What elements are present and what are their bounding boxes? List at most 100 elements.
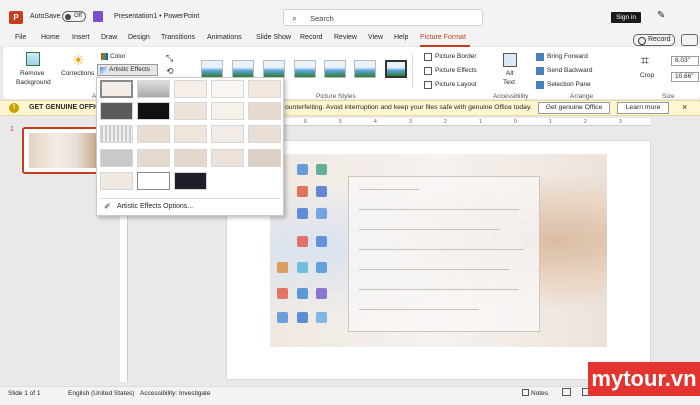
artistic-effect-glow-diffused[interactable]: [211, 102, 244, 120]
artistic-effect-chalk-sketch[interactable]: [100, 102, 133, 120]
artistic-effect-glow-edges[interactable]: [174, 172, 207, 190]
tab-animations[interactable]: Animations: [207, 34, 242, 41]
picture-style-7[interactable]: [385, 60, 407, 78]
artistic-effects-button[interactable]: Artistic Effects: [97, 64, 158, 76]
change-picture-icon[interactable]: ⟲: [166, 66, 174, 77]
picture-effects-icon[interactable]: [424, 67, 432, 75]
send-backward-label[interactable]: Send Backward: [547, 67, 593, 74]
alt-text-icon[interactable]: [503, 53, 517, 67]
tab-design[interactable]: Design: [128, 34, 150, 41]
share-icon[interactable]: [681, 34, 698, 46]
picture-style-5[interactable]: [324, 60, 346, 78]
tab-transitions[interactable]: Transitions: [161, 34, 195, 41]
height-field[interactable]: 6.03": [671, 56, 699, 66]
selection-pane-label[interactable]: Selection Pane: [547, 81, 591, 88]
picture-styles-scroll[interactable]: [412, 54, 420, 88]
autosave-toggle[interactable]: Off: [62, 11, 86, 22]
close-icon[interactable]: ×: [682, 102, 687, 112]
sign-in-button[interactable]: Sign in: [611, 12, 641, 23]
artistic-effect-watercolor-sponge[interactable]: [137, 125, 170, 143]
picture-border-label[interactable]: Picture Border: [435, 53, 477, 60]
tab-record[interactable]: Record: [300, 34, 323, 41]
artistic-effect-light-screen[interactable]: [100, 125, 133, 143]
save-icon[interactable]: [93, 11, 103, 22]
accessibility-status[interactable]: Accessibility: Investigate: [140, 390, 210, 397]
alt-text-label-2[interactable]: Text: [503, 79, 515, 86]
compress-pictures-icon[interactable]: ⤡: [166, 53, 173, 64]
bring-forward-label[interactable]: Bring Forward: [547, 53, 588, 60]
artistic-effect-glass[interactable]: [248, 125, 281, 143]
corrections-label[interactable]: Corrections: [61, 70, 94, 77]
notes-button[interactable]: Notes: [531, 390, 548, 397]
picture-style-4[interactable]: [294, 60, 316, 78]
tab-help[interactable]: Help: [394, 34, 408, 41]
picture-app-icon: [297, 164, 308, 175]
tab-home[interactable]: Home: [41, 34, 60, 41]
artistic-effect-cutout[interactable]: [100, 172, 133, 190]
autosave-label: AutoSave: [30, 13, 61, 20]
artistic-effect-pastels-smooth[interactable]: [211, 149, 244, 167]
color-label[interactable]: Color: [110, 53, 126, 60]
tab-view[interactable]: View: [368, 34, 383, 41]
artistic-effect-paint-strokes[interactable]: [137, 102, 170, 120]
remove-background-icon[interactable]: [26, 52, 40, 66]
arrange-group-label: Arrange: [570, 93, 594, 100]
artistic-effect-paint-brush[interactable]: [174, 102, 207, 120]
alt-text-label-1[interactable]: Alt: [506, 70, 514, 77]
remove-background-label-2[interactable]: Background: [16, 79, 51, 86]
search-box[interactable]: ⌕ Search: [283, 9, 483, 26]
ruler-label: 1: [479, 119, 482, 125]
artistic-effect-plastic-wrap[interactable]: [248, 149, 281, 167]
artistic-effect-texturizer[interactable]: [137, 149, 170, 167]
crop-label[interactable]: Crop: [640, 72, 654, 79]
notes-icon[interactable]: [522, 389, 529, 396]
artistic-effect-none[interactable]: [100, 80, 133, 98]
remove-background-label-1[interactable]: Remove: [20, 70, 44, 77]
artistic-effect-film-grain[interactable]: [174, 125, 207, 143]
tab-review[interactable]: Review: [334, 34, 357, 41]
artistic-effect-cement[interactable]: [100, 149, 133, 167]
tab-insert[interactable]: Insert: [72, 34, 90, 41]
picture-border-icon[interactable]: [424, 53, 432, 61]
artistic-effects-options-item[interactable]: Artistic Effects Options...: [117, 203, 193, 210]
corrections-icon[interactable]: ☀: [72, 52, 85, 69]
artistic-effect-blur[interactable]: [248, 102, 281, 120]
artistic-effect-photocopy[interactable]: [137, 172, 170, 190]
tab-draw[interactable]: Draw: [101, 34, 117, 41]
picture-app-icon: [297, 186, 308, 197]
artistic-effect-marker[interactable]: [137, 80, 170, 98]
artistic-effect-pencil-grayscale[interactable]: [174, 80, 207, 98]
pen-icon[interactable]: ✎: [657, 10, 665, 21]
artistic-effect-mosaic-bubbles[interactable]: [211, 125, 244, 143]
artistic-effect-crisscross-etching[interactable]: [174, 149, 207, 167]
artistic-effect-line-drawing[interactable]: [248, 80, 281, 98]
picture-style-1[interactable]: [201, 60, 223, 78]
picture-layout-label[interactable]: Picture Layout: [435, 81, 477, 88]
normal-view-icon[interactable]: [562, 388, 571, 396]
learn-more-button[interactable]: Learn more: [617, 102, 669, 114]
record-button[interactable]: Record: [633, 34, 675, 46]
picture-style-2[interactable]: [232, 60, 254, 78]
picture-style-6[interactable]: [354, 60, 376, 78]
bring-forward-icon[interactable]: [536, 53, 544, 61]
selection-pane-icon[interactable]: [536, 81, 544, 89]
ruler-label: 3: [409, 119, 412, 125]
picture-effects-label[interactable]: Picture Effects: [435, 67, 477, 74]
send-backward-icon[interactable]: [536, 67, 544, 75]
artistic-effects-icon: [100, 67, 107, 74]
picture-line: [359, 209, 519, 210]
powerpoint-logo-icon: P: [9, 11, 23, 24]
picture-layout-icon[interactable]: [424, 81, 432, 89]
tab-picture-format[interactable]: Picture Format: [420, 34, 466, 41]
tab-file[interactable]: File: [15, 34, 26, 41]
crop-icon[interactable]: ⌗: [641, 52, 649, 69]
picture-style-3[interactable]: [263, 60, 285, 78]
width-field[interactable]: 10.66": [671, 72, 699, 82]
picture-line: [359, 269, 509, 270]
artistic-effect-pencil-sketch[interactable]: [211, 80, 244, 98]
tab-slide-show[interactable]: Slide Show: [256, 34, 291, 41]
get-genuine-office-button[interactable]: Get genuine Office: [538, 102, 610, 114]
language-indicator[interactable]: English (United States): [68, 390, 134, 397]
color-icon[interactable]: [101, 53, 108, 60]
slide-thumbnail[interactable]: [22, 127, 104, 174]
